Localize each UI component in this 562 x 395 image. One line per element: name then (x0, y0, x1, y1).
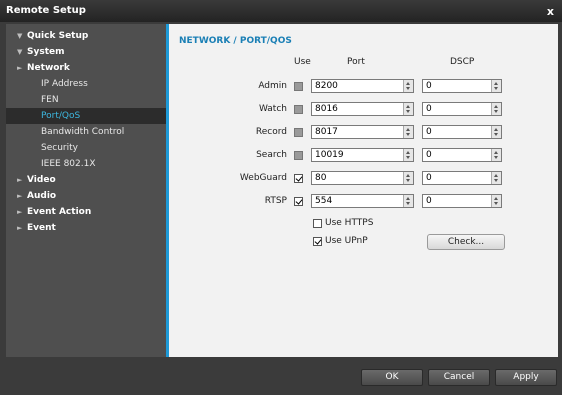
spin-arrows-icon[interactable] (491, 126, 501, 138)
check-button[interactable]: Check... (427, 234, 505, 250)
sidebar-item-label: Audio (27, 191, 57, 201)
window-title: Remote Setup (6, 5, 86, 16)
sidebar-item-label: Port/QoS (41, 111, 81, 121)
sidebar-item-port-qos[interactable]: Port/QoS (6, 108, 166, 124)
main-panel: NETWORK / PORT/QOS Use Port DSCP Admin 8… (166, 24, 558, 357)
dscp-value: 0 (426, 81, 432, 91)
chevron-down-icon: ▼ (17, 32, 23, 40)
sidebar-item-label: Event Action (27, 207, 92, 217)
spin-arrows-icon[interactable] (491, 103, 501, 115)
row-label-admin: Admin (258, 81, 287, 91)
port-field-admin[interactable]: 8200 (311, 79, 414, 93)
column-header-dscp: DSCP (450, 57, 475, 67)
port-value: 8200 (315, 81, 338, 91)
port-field-record[interactable]: 8017 (311, 125, 414, 139)
use-https-label: Use HTTPS (325, 218, 374, 228)
ok-button[interactable]: OK (361, 369, 423, 386)
sidebar-item-ieee-8021x[interactable]: IEEE 802.1X (6, 156, 166, 172)
use-checkbox-admin[interactable] (294, 82, 303, 91)
chevron-right-icon: ► (17, 208, 23, 216)
chevron-right-icon: ► (17, 176, 23, 184)
use-upnp-checkbox[interactable] (313, 237, 322, 246)
sidebar-item-audio[interactable]: ► Audio (6, 188, 166, 204)
sidebar-item-label: System (27, 47, 65, 57)
sidebar-item-bandwidth-control[interactable]: Bandwidth Control (6, 124, 166, 140)
dscp-field-record[interactable]: 0 (422, 125, 502, 139)
row-label-record: Record (255, 127, 287, 137)
use-checkbox-webguard[interactable] (294, 174, 303, 183)
sidebar-item-label: Event (27, 223, 56, 233)
port-field-watch[interactable]: 8016 (311, 102, 414, 116)
row-label-watch: Watch (258, 104, 287, 114)
dscp-field-webguard[interactable]: 0 (422, 171, 502, 185)
dscp-value: 0 (426, 150, 432, 160)
dscp-value: 0 (426, 173, 432, 183)
port-value: 8016 (315, 104, 338, 114)
use-https-checkbox[interactable] (313, 219, 322, 228)
port-field-rtsp[interactable]: 554 (311, 194, 414, 208)
sidebar-item-system[interactable]: ▼ System (6, 44, 166, 60)
spin-arrows-icon[interactable] (403, 149, 413, 161)
use-checkbox-rtsp[interactable] (294, 197, 303, 206)
chevron-down-icon: ▼ (17, 48, 23, 56)
column-header-port: Port (347, 57, 365, 67)
footer-bar: OK Cancel Apply (0, 360, 562, 395)
port-value: 10019 (315, 150, 344, 160)
port-field-webguard[interactable]: 80 (311, 171, 414, 185)
spin-arrows-icon[interactable] (403, 172, 413, 184)
sidebar-item-label: IP Address (41, 79, 88, 89)
spin-arrows-icon[interactable] (491, 195, 501, 207)
spin-arrows-icon[interactable] (491, 80, 501, 92)
sidebar-item-label: Bandwidth Control (41, 127, 125, 137)
column-header-use: Use (294, 57, 311, 67)
apply-button[interactable]: Apply (495, 369, 557, 386)
close-icon[interactable]: x (547, 5, 554, 18)
spin-arrows-icon[interactable] (491, 172, 501, 184)
sidebar: ▼ Quick Setup ▼ System ► Network IP Addr… (6, 24, 166, 357)
sidebar-item-security[interactable]: Security (6, 140, 166, 156)
spin-arrows-icon[interactable] (403, 80, 413, 92)
sidebar-item-network[interactable]: ► Network (6, 60, 166, 76)
chevron-right-icon: ► (17, 64, 23, 72)
sidebar-item-event-action[interactable]: ► Event Action (6, 204, 166, 220)
use-checkbox-record[interactable] (294, 128, 303, 137)
dscp-value: 0 (426, 104, 432, 114)
sidebar-item-label: Video (27, 175, 56, 185)
port-value: 8017 (315, 127, 338, 137)
sidebar-item-fen[interactable]: FEN (6, 92, 166, 108)
use-checkbox-watch[interactable] (294, 105, 303, 114)
sidebar-item-video[interactable]: ► Video (6, 172, 166, 188)
cancel-button[interactable]: Cancel (428, 369, 490, 386)
dscp-field-rtsp[interactable]: 0 (422, 194, 502, 208)
sidebar-item-label: Security (41, 143, 78, 153)
spin-arrows-icon[interactable] (403, 195, 413, 207)
spin-arrows-icon[interactable] (403, 103, 413, 115)
sidebar-item-event[interactable]: ► Event (6, 220, 166, 236)
sidebar-item-ip-address[interactable]: IP Address (6, 76, 166, 92)
spin-arrows-icon[interactable] (491, 149, 501, 161)
title-bar: Remote Setup x (0, 0, 562, 22)
port-value: 554 (315, 196, 333, 206)
dscp-value: 0 (426, 127, 432, 137)
row-label-rtsp: RTSP (264, 196, 287, 206)
dscp-field-admin[interactable]: 0 (422, 79, 502, 93)
dscp-field-search[interactable]: 0 (422, 148, 502, 162)
port-value: 80 (315, 173, 327, 183)
use-checkbox-search[interactable] (294, 151, 303, 160)
spin-arrows-icon[interactable] (403, 126, 413, 138)
row-label-search: Search (256, 150, 287, 160)
row-label-webguard: WebGuard (239, 173, 287, 183)
sidebar-item-label: FEN (41, 95, 59, 105)
use-upnp-label: Use UPnP (325, 236, 368, 246)
sidebar-item-label: Quick Setup (27, 31, 89, 41)
dscp-value: 0 (426, 196, 432, 206)
dscp-field-watch[interactable]: 0 (422, 102, 502, 116)
sidebar-item-label: IEEE 802.1X (41, 159, 96, 169)
port-field-search[interactable]: 10019 (311, 148, 414, 162)
sidebar-item-label: Network (27, 63, 70, 73)
sidebar-item-quick-setup[interactable]: ▼ Quick Setup (6, 28, 166, 44)
chevron-right-icon: ► (17, 224, 23, 232)
chevron-right-icon: ► (17, 192, 23, 200)
page-title: NETWORK / PORT/QOS (179, 36, 292, 46)
